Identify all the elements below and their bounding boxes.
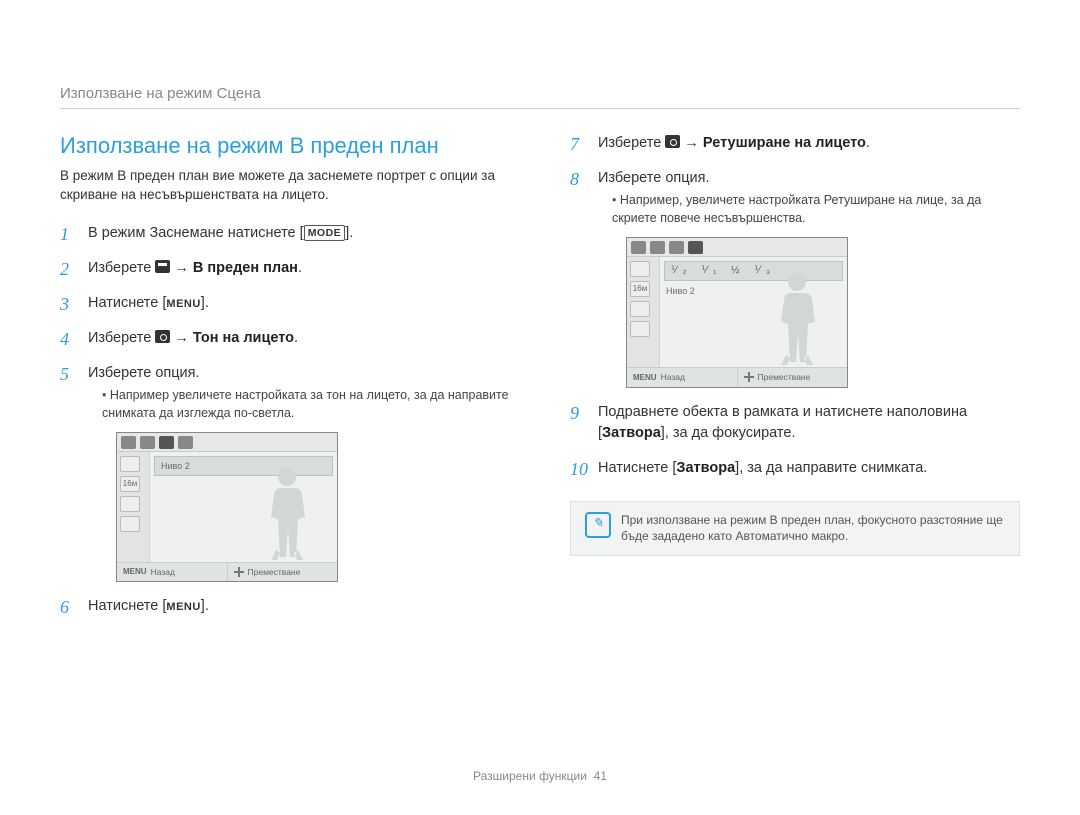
lcd-bottom-bar: MENU Назад Преместване bbox=[627, 367, 847, 386]
step-text: В режим Заснемане натиснете [ bbox=[88, 225, 304, 241]
step-sub: Например увеличете настройката за тон на… bbox=[102, 386, 510, 422]
step-text: Изберете опция. bbox=[88, 365, 200, 381]
step-number: 6 bbox=[60, 594, 69, 620]
lcd-level-text: Ниво 2 bbox=[161, 460, 190, 473]
breadcrumb: Използване на режим Сцена bbox=[60, 85, 1020, 109]
lcd-top-icons bbox=[627, 238, 847, 257]
footer-page: 41 bbox=[594, 769, 607, 783]
step-8: 8 Изберете опция. Например, увеличете на… bbox=[570, 168, 1020, 388]
step-bold: Затвора bbox=[602, 425, 661, 441]
section-title: Използване на режим В преден план bbox=[60, 133, 510, 159]
direction-icon bbox=[234, 567, 244, 577]
lcd-top-icon bbox=[688, 241, 703, 254]
right-column: 7 Изберете → Ретуширане на лицето. 8 Изб… bbox=[570, 133, 1020, 631]
lcd-side-icon bbox=[630, 261, 650, 277]
footer-label: Разширени функции bbox=[473, 769, 587, 783]
menu-key: MENU bbox=[166, 298, 200, 310]
lcd-top-icon bbox=[178, 436, 193, 449]
step-text: Натиснете [ bbox=[88, 295, 166, 311]
lcd-top-icon bbox=[140, 436, 155, 449]
step-number: 5 bbox=[60, 361, 69, 387]
lcd-back-label: Назад bbox=[151, 566, 175, 578]
step-bold: Ретуширане на лицето bbox=[703, 135, 866, 151]
lcd-move-label: Преместване bbox=[758, 371, 811, 383]
lcd-side-icon: 16м bbox=[630, 281, 650, 297]
lcd-side-icon bbox=[120, 496, 140, 512]
left-column: Използване на режим В преден план В режи… bbox=[60, 133, 510, 631]
step-number: 10 bbox=[570, 456, 588, 482]
lcd-side-icon: 16м bbox=[120, 476, 140, 492]
step-number: 7 bbox=[570, 131, 579, 157]
lcd-back-label: Назад bbox=[661, 371, 685, 383]
step-9: 9 Подравнете обекта в рамката и натиснет… bbox=[570, 402, 1020, 444]
camera-lcd: 16м ⅟₂ ⅟₁ ½ ⅟₃ Ниво 2 bbox=[626, 237, 848, 387]
lcd-top-icon bbox=[631, 241, 646, 254]
step-bold: В преден план bbox=[193, 260, 298, 276]
menu-key: MENU bbox=[166, 601, 200, 613]
step-text: Изберете bbox=[88, 260, 155, 276]
lcd-sidebar: 16м bbox=[627, 257, 660, 367]
page-footer: Разширени функции 41 bbox=[0, 769, 1080, 783]
step-number: 8 bbox=[570, 166, 579, 192]
menu-key: MENU bbox=[633, 372, 657, 384]
direction-icon bbox=[744, 372, 754, 382]
step-bold: Тон на лицето bbox=[193, 330, 294, 346]
intro-paragraph: В режим В преден план вие можете да засн… bbox=[60, 167, 510, 205]
step-5: 5 Изберете опция. Например увеличете нас… bbox=[60, 363, 510, 583]
step-text: Натиснете [ bbox=[598, 460, 676, 476]
lcd-move-label: Преместване bbox=[248, 566, 301, 578]
step-10: 10 Натиснете [Затвора], за да направите … bbox=[570, 458, 1020, 479]
note-icon: ✎ bbox=[585, 512, 611, 538]
lcd-side-icon bbox=[120, 516, 140, 532]
lcd-top-icon bbox=[159, 436, 174, 449]
step-number: 9 bbox=[570, 400, 579, 426]
step-1: 1 В режим Заснемане натиснете [MODE]. bbox=[60, 223, 510, 244]
lcd-level-marks: ⅟₂ ⅟₁ ½ ⅟₃ bbox=[671, 264, 776, 279]
person-silhouette-icon bbox=[257, 462, 317, 562]
lcd-side-icon bbox=[120, 456, 140, 472]
step-text: Натиснете [ bbox=[88, 598, 166, 614]
step-text: Изберете опция. bbox=[598, 170, 710, 186]
step-7: 7 Изберете → Ретуширане на лицето. bbox=[570, 133, 1020, 154]
step-6: 6 Натиснете [MENU]. bbox=[60, 596, 510, 617]
camera-icon bbox=[665, 135, 680, 148]
step-number: 3 bbox=[60, 291, 69, 317]
lcd-level-text: Ниво 2 bbox=[666, 285, 695, 298]
step-2: 2 Изберете → В преден план. bbox=[60, 258, 510, 279]
camera-icon bbox=[155, 330, 170, 343]
step-number: 1 bbox=[60, 221, 69, 247]
person-silhouette-icon bbox=[767, 267, 827, 367]
mode-key: MODE bbox=[304, 225, 346, 241]
note-text: При използване на режим В преден план, ф… bbox=[621, 512, 1005, 546]
step-3: 3 Натиснете [MENU]. bbox=[60, 293, 510, 314]
lcd-top-icon bbox=[669, 241, 684, 254]
lcd-sidebar: 16м bbox=[117, 452, 150, 562]
lcd-top-icon bbox=[121, 436, 136, 449]
step-4: 4 Изберете → Тон на лицето. bbox=[60, 328, 510, 349]
note-box: ✎ При използване на режим В преден план,… bbox=[570, 501, 1020, 557]
lcd-side-icon bbox=[630, 301, 650, 317]
step-text: Изберете bbox=[598, 135, 665, 151]
scene-icon bbox=[155, 260, 170, 273]
camera-lcd: 16м Ниво 2 bbox=[116, 432, 338, 582]
lcd-bottom-bar: MENU Назад Преместване bbox=[117, 562, 337, 581]
step-bold: Затвора bbox=[676, 460, 735, 476]
menu-key: MENU bbox=[123, 566, 147, 578]
step-sub: Например, увеличете настройката Ретушира… bbox=[612, 191, 1020, 227]
lcd-top-icon bbox=[650, 241, 665, 254]
lcd-top-icons bbox=[117, 433, 337, 452]
step-text: Изберете bbox=[88, 330, 155, 346]
step-number: 4 bbox=[60, 326, 69, 352]
step-number: 2 bbox=[60, 256, 69, 282]
lcd-side-icon bbox=[630, 321, 650, 337]
